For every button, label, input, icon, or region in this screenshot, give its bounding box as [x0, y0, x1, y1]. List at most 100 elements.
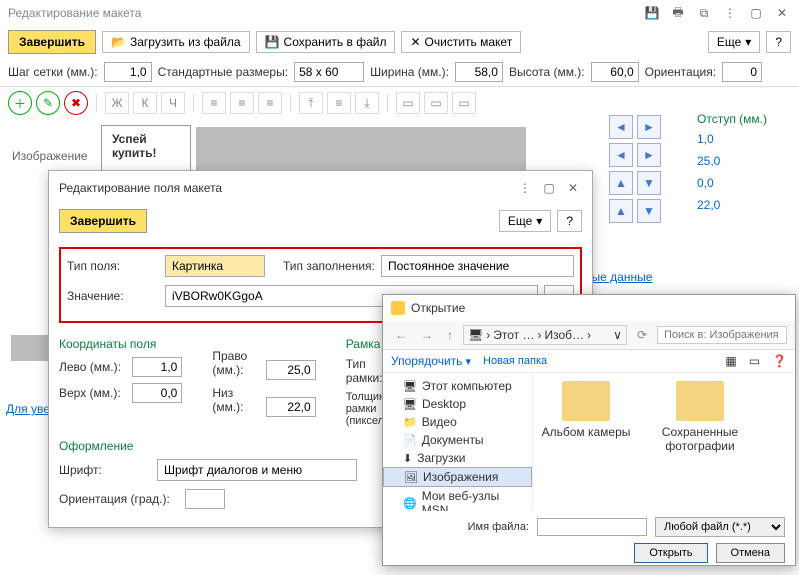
- organize-menu[interactable]: Упорядочить ▾: [391, 354, 471, 368]
- fill-type-select[interactable]: [381, 255, 574, 277]
- border-button-1[interactable]: ▭: [396, 92, 420, 114]
- modal-titlebar: Редактирование поля макета ⋮ ▢ ✕: [49, 171, 592, 205]
- folder-saved-pictures[interactable]: Сохраненные фотографии: [655, 381, 745, 503]
- tree-msn[interactable]: 🌐 Мои веб-узлы MSN: [383, 487, 532, 511]
- fill-type-label: Тип заполнения:: [283, 259, 375, 273]
- clear-layout-button[interactable]: ✕Очистить макет: [401, 31, 521, 53]
- field-type-select[interactable]: [165, 255, 265, 277]
- menu-icon[interactable]: ⋮: [721, 4, 739, 22]
- orientation-input[interactable]: [722, 62, 762, 82]
- maximize-icon[interactable]: ▢: [747, 4, 765, 22]
- tree-this-pc[interactable]: 🖥 Этот компьютер: [383, 377, 532, 395]
- window-title: Редактирование макета: [8, 6, 141, 20]
- italic-button[interactable]: К: [133, 92, 157, 114]
- help-button[interactable]: ?: [766, 31, 791, 53]
- indent-val-2[interactable]: 25,0: [697, 154, 787, 168]
- height-label: Высота (мм.):: [509, 65, 585, 79]
- indent-val-4[interactable]: 22,0: [697, 198, 787, 212]
- file-list[interactable]: Альбом камеры Сохраненные фотографии: [533, 373, 795, 511]
- folder-icon: [676, 381, 724, 421]
- modal-toolbar: Завершить Еще ▾ ?: [49, 205, 592, 241]
- modal-close-icon[interactable]: ✕: [564, 179, 582, 197]
- cancel-button[interactable]: Отмена: [716, 543, 785, 563]
- filedialog-nav: ← → ↑ 🖥 ›Этот … ›Изоб… ›∨ ⟳: [383, 321, 795, 350]
- right-input[interactable]: [266, 360, 316, 380]
- bottom-input[interactable]: [266, 397, 316, 417]
- save-to-file-button[interactable]: 💾Сохранить в файл: [256, 31, 396, 53]
- tree-desktop[interactable]: 🖥 Desktop: [383, 395, 532, 413]
- close-icon[interactable]: ✕: [773, 4, 791, 22]
- modal-more-button[interactable]: Еще ▾: [499, 210, 551, 232]
- arrow-down-2[interactable]: ▼: [637, 199, 661, 223]
- forward-icon[interactable]: →: [417, 326, 437, 344]
- modal-help-button[interactable]: ?: [557, 210, 582, 232]
- arrow-down[interactable]: ▼: [637, 171, 661, 195]
- align-center-button[interactable]: ≡: [230, 92, 254, 114]
- edit-button[interactable]: ✎: [36, 91, 60, 115]
- frame-header: Рамка: [346, 337, 381, 351]
- attach-icon[interactable]: ⧉: [695, 4, 713, 22]
- arrow-right-2[interactable]: ►: [637, 143, 661, 167]
- align-right-button[interactable]: ≡: [258, 92, 282, 114]
- height-input[interactable]: [591, 62, 639, 82]
- arrow-up-2[interactable]: ▲: [609, 199, 633, 223]
- value-label: Значение:: [67, 289, 159, 303]
- bold-button[interactable]: Ж: [105, 92, 129, 114]
- print-icon[interactable]: 🖶: [669, 4, 687, 22]
- up-icon[interactable]: ↑: [443, 326, 457, 344]
- grid-step-input[interactable]: [104, 62, 152, 82]
- refresh-icon[interactable]: ⟳: [633, 326, 651, 344]
- load-from-file-button[interactable]: 📂Загрузить из файла: [102, 31, 250, 53]
- tree-documents[interactable]: 📄 Документы: [383, 431, 532, 449]
- indent-val-1[interactable]: 1,0: [697, 132, 787, 146]
- tree-downloads[interactable]: ⬇ Загрузки: [383, 449, 532, 467]
- modal-maximize-icon[interactable]: ▢: [540, 179, 558, 197]
- tree-video[interactable]: 📁 Видео: [383, 413, 532, 431]
- view-icon[interactable]: ▦: [725, 354, 736, 368]
- folder-camera-roll[interactable]: Альбом камеры: [541, 381, 631, 503]
- modal-menu-icon[interactable]: ⋮: [516, 179, 534, 197]
- border-button-3[interactable]: ▭: [452, 92, 476, 114]
- indent-header: Отступ (мм.): [697, 112, 787, 126]
- file-filter-select[interactable]: Любой файл (*.*): [655, 517, 785, 537]
- folder-tree[interactable]: 🖥 Этот компьютер 🖥 Desktop 📁 Видео 📄 Док…: [383, 373, 533, 511]
- breadcrumb[interactable]: 🖥 ›Этот … ›Изоб… ›∨: [463, 325, 627, 345]
- finish-button[interactable]: Завершить: [8, 30, 96, 54]
- orient-deg-input[interactable]: [185, 489, 225, 509]
- font-input[interactable]: [157, 459, 357, 481]
- image-label: Изображение: [8, 125, 98, 163]
- file-open-dialog: Открытие ← → ↑ 🖥 ›Этот … ›Изоб… ›∨ ⟳ Упо…: [382, 294, 796, 566]
- tree-images[interactable]: 🖼 Изображения: [383, 467, 532, 487]
- valign-top-button[interactable]: ⤒: [299, 92, 323, 114]
- search-input[interactable]: [657, 326, 787, 344]
- add-button[interactable]: ＋: [8, 91, 32, 115]
- valign-bottom-button[interactable]: ⤓: [355, 92, 379, 114]
- back-icon[interactable]: ←: [391, 326, 411, 344]
- filename-input[interactable]: [537, 518, 647, 536]
- more-button[interactable]: Еще ▾: [708, 31, 760, 53]
- filedialog-toolbar: Упорядочить ▾ Новая папка ▦ ▭ ❓: [383, 350, 795, 373]
- arrow-right[interactable]: ►: [637, 115, 661, 139]
- modal-finish-button[interactable]: Завершить: [59, 209, 147, 233]
- valign-middle-button[interactable]: ≡: [327, 92, 351, 114]
- save-icon[interactable]: 💾: [643, 4, 661, 22]
- underline-button[interactable]: Ч: [161, 92, 185, 114]
- filedialog-titlebar: Открытие: [383, 295, 795, 321]
- width-input[interactable]: [455, 62, 503, 82]
- field-type-label: Тип поля:: [67, 259, 159, 273]
- left-input[interactable]: [132, 357, 182, 377]
- delete-button[interactable]: ✖: [64, 91, 88, 115]
- arrow-left[interactable]: ◄: [609, 115, 633, 139]
- top-input[interactable]: [132, 383, 182, 403]
- info-icon[interactable]: ❓: [772, 354, 787, 368]
- align-left-button[interactable]: ≡: [202, 92, 226, 114]
- new-folder-button[interactable]: Новая папка: [483, 355, 547, 367]
- std-sizes-select[interactable]: [294, 62, 364, 82]
- arrow-left-2[interactable]: ◄: [609, 143, 633, 167]
- indent-val-3[interactable]: 0,0: [697, 176, 787, 190]
- preview-icon[interactable]: ▭: [749, 354, 760, 368]
- border-button-2[interactable]: ▭: [424, 92, 448, 114]
- open-button[interactable]: Открыть: [634, 543, 707, 563]
- filedialog-footer: Имя файла: Любой файл (*.*) Открыть Отме…: [383, 511, 795, 575]
- arrow-up[interactable]: ▲: [609, 171, 633, 195]
